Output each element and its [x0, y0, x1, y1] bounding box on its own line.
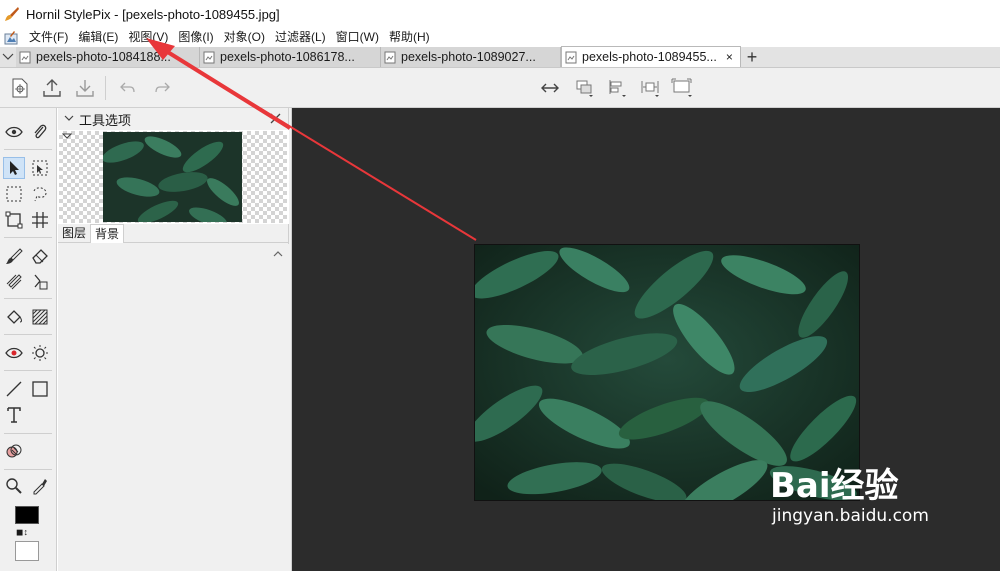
lasso-icon[interactable]	[29, 183, 51, 205]
clone-icon[interactable]	[3, 271, 25, 293]
paperclip-icon[interactable]	[29, 121, 51, 143]
arrange-icon[interactable]	[572, 76, 596, 100]
background-color-swatch[interactable]	[15, 541, 39, 561]
text-icon[interactable]	[3, 404, 25, 426]
menu-edit[interactable]: 编辑(E)	[73, 28, 123, 47]
eye-icon[interactable]	[3, 121, 25, 143]
tab-label: pexels-photo-1089027...	[401, 50, 536, 64]
tab-label: pexels-photo-1084188...	[36, 50, 171, 64]
watermark-url: jingyan.baidu.com	[772, 506, 929, 526]
window-title: Hornil StylePix - [pexels-photo-1089455.…	[26, 6, 280, 22]
tool-separator	[4, 334, 52, 335]
image-file-icon	[384, 51, 396, 63]
document-tab[interactable]: pexels-photo-1089027...	[381, 47, 561, 67]
line-icon[interactable]	[3, 378, 25, 400]
grid-crop-icon[interactable]	[29, 209, 51, 231]
chevron-down-icon	[2, 53, 14, 60]
color-balance-icon[interactable]	[3, 440, 25, 462]
app-menu-icon[interactable]	[4, 30, 18, 45]
layer-thumbnail-row[interactable]	[58, 130, 289, 224]
image-file-icon	[565, 51, 577, 63]
toolbar-separator	[105, 76, 106, 100]
tool-palette: ◼↕	[0, 108, 57, 571]
canvas-size-icon[interactable]	[670, 76, 694, 100]
menu-help[interactable]: 帮助(H)	[384, 28, 435, 47]
undo-icon[interactable]	[116, 76, 140, 100]
tab-list-dropdown[interactable]	[0, 47, 16, 67]
new-document-icon[interactable]	[8, 76, 32, 100]
tool-separator	[4, 298, 52, 299]
main-toolbar	[0, 68, 1000, 108]
chevron-up-icon[interactable]	[273, 250, 283, 257]
image-file-icon	[203, 51, 215, 63]
menu-window[interactable]: 窗口(W)	[331, 28, 384, 47]
panel-tabs: 图层 背景	[58, 224, 289, 243]
eyedropper-icon[interactable]	[29, 475, 51, 497]
transform-icon[interactable]	[29, 157, 51, 179]
title-bar: Hornil StylePix - [pexels-photo-1089455.…	[0, 0, 1000, 28]
rectangle-icon[interactable]	[29, 378, 51, 400]
move-icon[interactable]	[3, 157, 25, 179]
baidu-watermark: Bai经验 jingyan.baidu.com	[770, 466, 929, 526]
rect-select-icon[interactable]	[3, 183, 25, 205]
fill-icon[interactable]	[3, 306, 25, 328]
menu-view[interactable]: 视图(V)	[123, 28, 173, 47]
tab-background[interactable]: 背景	[90, 224, 125, 243]
panel-body	[58, 244, 289, 571]
close-icon[interactable]: ×	[725, 50, 734, 64]
brightness-icon[interactable]	[29, 342, 51, 364]
tab-layers[interactable]: 图层	[58, 224, 90, 243]
flip-horizontal-icon[interactable]	[538, 76, 562, 100]
document-tab-bar: pexels-photo-1084188... pexels-photo-108…	[0, 46, 1000, 68]
menu-file[interactable]: 文件(F)	[24, 28, 73, 47]
document-tab[interactable]: pexels-photo-1084188...	[16, 47, 200, 67]
tab-label: pexels-photo-1086178...	[220, 50, 355, 64]
tool-separator	[4, 469, 52, 470]
watermark-logo: Bai经验	[770, 466, 899, 506]
menu-object[interactable]: 对象(O)	[219, 28, 270, 47]
zoom-icon[interactable]	[3, 475, 25, 497]
align-icon[interactable]	[605, 76, 629, 100]
brush-icon	[5, 7, 19, 21]
tool-options-panel: 工具选项 图层 背景	[58, 108, 289, 571]
crop-icon[interactable]	[3, 209, 25, 231]
document-image	[474, 244, 860, 501]
tool-separator	[4, 237, 52, 238]
panel-header: 工具选项	[58, 108, 289, 130]
brush-icon[interactable]	[3, 245, 25, 267]
swap-colors-icon[interactable]: ◼↕	[16, 527, 28, 537]
tab-label: pexels-photo-1089455...	[582, 50, 717, 64]
import-icon[interactable]	[73, 76, 97, 100]
eraser-icon[interactable]	[29, 245, 51, 267]
chevron-down-icon[interactable]	[61, 114, 77, 125]
foreground-color-swatch[interactable]	[15, 506, 39, 524]
menu-bar: 文件(F) 编辑(E) 视图(V) 图像(I) 对象(O) 过滤器(L) 窗口(…	[0, 28, 1000, 47]
new-tab-button[interactable]: +	[741, 47, 763, 67]
app-window: Hornil StylePix - [pexels-photo-1089455.…	[0, 0, 1000, 571]
export-icon[interactable]	[40, 76, 64, 100]
gradient-icon[interactable]	[29, 306, 51, 328]
document-tab-active[interactable]: pexels-photo-1089455... ×	[561, 46, 741, 67]
chevron-down-icon[interactable]	[62, 133, 72, 140]
tool-separator	[4, 149, 52, 150]
distribute-icon[interactable]	[638, 76, 662, 100]
tool-separator	[4, 433, 52, 434]
layer-thumbnail	[103, 132, 242, 222]
document-tab[interactable]: pexels-photo-1086178...	[200, 47, 381, 67]
image-file-icon	[19, 51, 31, 63]
red-eye-icon[interactable]	[3, 342, 25, 364]
menu-image[interactable]: 图像(I)	[173, 28, 218, 47]
tool-separator	[4, 370, 52, 371]
redo-icon[interactable]	[150, 76, 174, 100]
panel-title: 工具选项	[79, 112, 132, 128]
menu-filter[interactable]: 过滤器(L)	[270, 28, 331, 47]
patch-icon[interactable]	[29, 271, 51, 293]
close-icon[interactable]	[270, 111, 281, 127]
